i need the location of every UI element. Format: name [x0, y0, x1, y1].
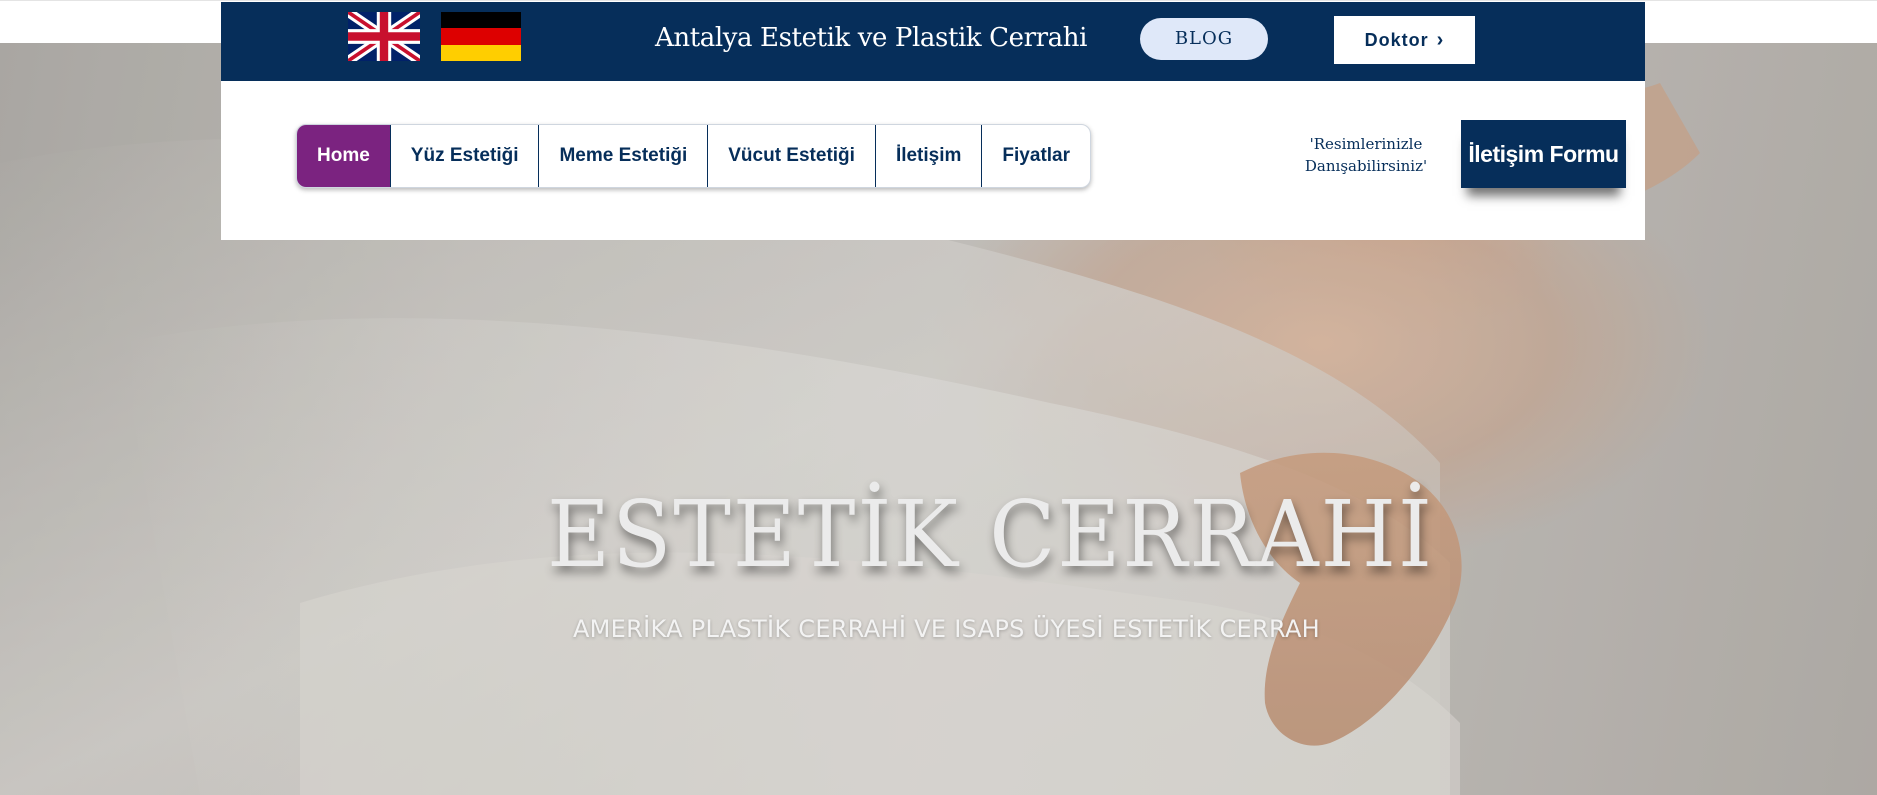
header-card: Antalya Estetik ve Plastik Cerrahi BLOG …: [221, 2, 1645, 240]
photo-consult-note-line1: 'Resimlerinizle: [1309, 135, 1423, 153]
hero-title: ESTETİK CERRAHİ: [547, 481, 1434, 588]
nav-item-meme-estetigi[interactable]: Meme Estetiği: [538, 125, 707, 187]
contact-form-button[interactable]: İletişim Formu: [1461, 120, 1626, 188]
nav-item-iletisim[interactable]: İletişim: [874, 125, 981, 187]
nav-item-vucut-estetigi[interactable]: Vücut Estetiği: [707, 125, 875, 187]
blog-button[interactable]: BLOG: [1140, 18, 1268, 60]
nav-item-home[interactable]: Home: [297, 125, 390, 187]
main-navigation: Home Yüz Estetiği Meme Estetiği Vücut Es…: [296, 124, 1092, 188]
hero-subtitle: AMERİKA PLASTİK CERRAHİ VE ISAPS ÜYESİ E…: [572, 615, 1321, 643]
header-bar: Antalya Estetik ve Plastik Cerrahi BLOG …: [221, 2, 1645, 81]
doktor-button[interactable]: Doktor ›: [1334, 16, 1475, 64]
english-flag-icon[interactable]: [348, 12, 420, 61]
photo-consult-note-line2: Danışabilirsiniz': [1304, 157, 1428, 175]
german-flag-icon[interactable]: [441, 12, 521, 61]
nav-item-fiyatlar[interactable]: Fiyatlar: [981, 125, 1090, 187]
photo-consult-note: 'Resimlerinizle Danışabilirsiniz': [1276, 133, 1456, 177]
site-title: Antalya Estetik ve Plastik Cerrahi: [654, 23, 1088, 53]
doktor-button-label: Doktor: [1364, 30, 1429, 50]
page: Antalya Estetik ve Plastik Cerrahi BLOG …: [0, 0, 1877, 795]
chevron-right-icon: ›: [1436, 29, 1445, 51]
nav-item-yuz-estetigi[interactable]: Yüz Estetiği: [389, 125, 539, 187]
